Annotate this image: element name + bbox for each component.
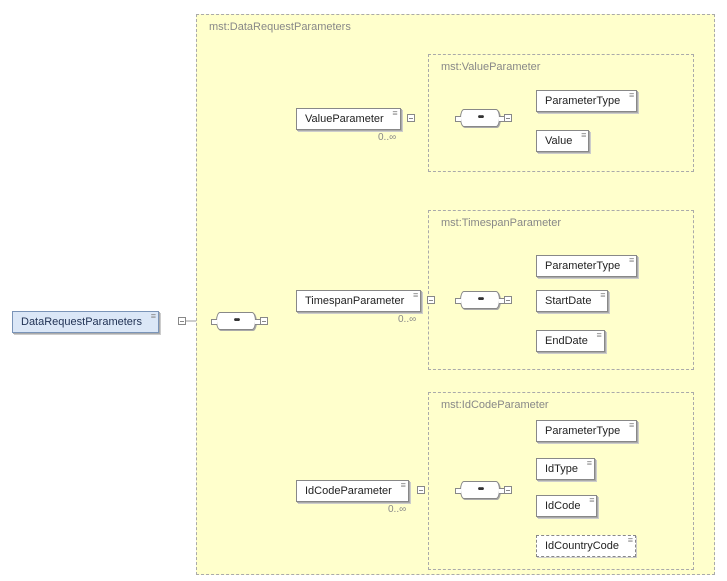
node-label: ValueParameter — [305, 113, 384, 125]
node-parameter-type[interactable]: ParameterType — [536, 90, 637, 112]
node-id-code[interactable]: IdCode — [536, 495, 597, 517]
node-end-date[interactable]: EndDate — [536, 330, 605, 352]
node-label: ParameterType — [545, 95, 620, 107]
node-label: ParameterType — [545, 425, 620, 437]
node-label: IdCode — [545, 500, 580, 512]
expand-handle[interactable] — [178, 317, 186, 325]
node-label: TimespanParameter — [305, 295, 404, 307]
node-value-parameter[interactable]: ValueParameter — [296, 108, 401, 130]
node-label: DataRequestParameters — [21, 316, 142, 328]
node-label: StartDate — [545, 295, 591, 307]
container-title: mst:DataRequestParameters — [209, 21, 351, 33]
cardinality-label: 0..∞ — [388, 504, 406, 515]
expand-handle[interactable] — [417, 486, 425, 494]
node-label: IdCountryCode — [545, 540, 619, 552]
expand-handle[interactable] — [504, 114, 512, 122]
sequence-icon: ••• — [460, 109, 500, 127]
node-label: IdCodeParameter — [305, 485, 392, 497]
expand-handle[interactable] — [504, 296, 512, 304]
node-data-request-parameters[interactable]: DataRequestParameters — [12, 311, 159, 333]
node-label: ParameterType — [545, 260, 620, 272]
container-title: mst:ValueParameter — [441, 61, 540, 73]
node-label: IdType — [545, 463, 578, 475]
sequence-icon: ••• — [460, 481, 500, 499]
cardinality-label: 0..∞ — [378, 132, 396, 143]
node-id-country-code[interactable]: IdCountryCode — [536, 535, 636, 557]
node-idcode-parameter[interactable]: IdCodeParameter — [296, 480, 409, 502]
container-title: mst:IdCodeParameter — [441, 399, 549, 411]
expand-handle[interactable] — [504, 486, 512, 494]
expand-handle[interactable] — [407, 114, 415, 122]
container-title: mst:TimespanParameter — [441, 217, 561, 229]
node-timespan-parameter[interactable]: TimespanParameter — [296, 290, 421, 312]
expand-handle[interactable] — [260, 317, 268, 325]
expand-handle[interactable] — [427, 296, 435, 304]
node-start-date[interactable]: StartDate — [536, 290, 608, 312]
node-id-type[interactable]: IdType — [536, 458, 595, 480]
sequence-icon: ••• — [216, 312, 256, 330]
node-value[interactable]: Value — [536, 130, 589, 152]
node-parameter-type[interactable]: ParameterType — [536, 420, 637, 442]
node-label: Value — [545, 135, 572, 147]
sequence-icon: ••• — [460, 291, 500, 309]
cardinality-label: 0..∞ — [398, 314, 416, 325]
node-label: EndDate — [545, 335, 588, 347]
node-parameter-type[interactable]: ParameterType — [536, 255, 637, 277]
